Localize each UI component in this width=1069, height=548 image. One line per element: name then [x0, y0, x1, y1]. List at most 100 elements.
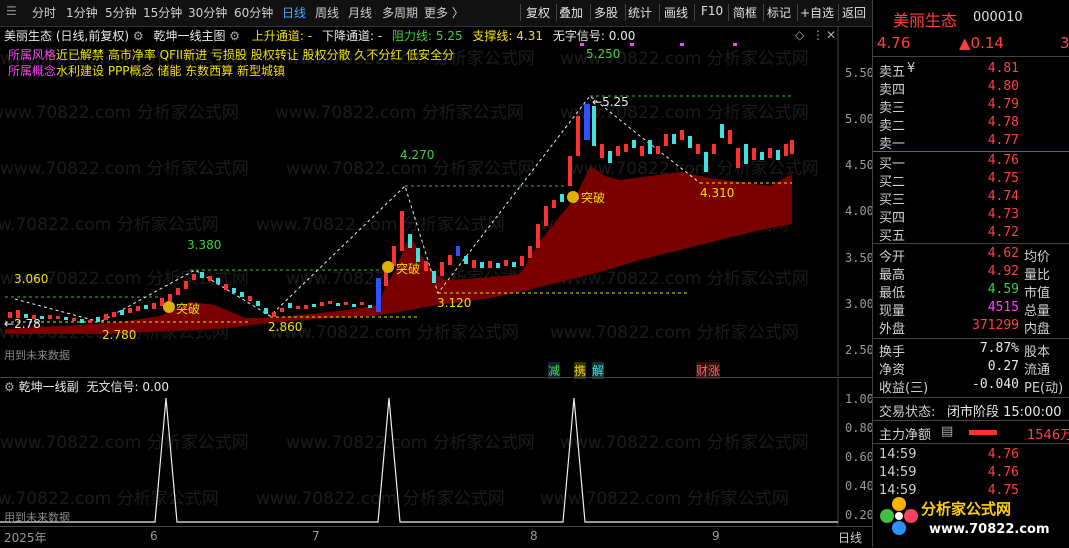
style-line: 所属风格近已解禁 高市净率 QFII新进 亏损股 股权转让 股权分散 久不分红 … [8, 46, 454, 63]
no-signal-label: 无字信号: [552, 29, 605, 43]
net-bar [969, 430, 997, 435]
tab-intraday[interactable]: 分时 [32, 4, 56, 21]
annotation: ←5.25 [592, 95, 629, 109]
stock-code: 000010 [973, 10, 1023, 25]
bid-row[interactable]: 买一 4.76 [877, 153, 1067, 172]
breakout-icon [567, 191, 579, 203]
stat-row: 收益(三) -0.040 PE(动) [879, 377, 1064, 396]
ask-row[interactable]: 卖四 4.80 [877, 79, 1067, 98]
tab-15min[interactable]: 15分钟 [143, 4, 182, 21]
annotation: 4.310 [700, 186, 735, 200]
sub-chart-svg [0, 378, 839, 526]
breakout-label: 突破 [396, 262, 421, 276]
logo-icon [880, 497, 918, 535]
ask-row[interactable]: 卖五 ¥4.81 [877, 61, 1067, 80]
tab-weekly[interactable]: 周线 [315, 4, 339, 21]
overlay-button[interactable]: 叠加 [559, 4, 583, 21]
bid-row[interactable]: 买二 4.75 [877, 171, 1067, 190]
tab-60min[interactable]: 60分钟 [234, 4, 273, 21]
multi-stock-button[interactable]: 多股 [594, 4, 618, 21]
close-icon[interactable]: ✕ [826, 28, 836, 42]
up-channel-value: - [307, 29, 313, 43]
style-label: 所属风格 [8, 48, 57, 62]
stat-row: 最高 4.92 量比 [879, 264, 1051, 283]
breakout-label: 突破 [176, 302, 201, 316]
tab-5min[interactable]: 5分钟 [105, 4, 137, 21]
date-axis: 2025年 6 7 8 9 日线 [0, 526, 872, 548]
indicator-name[interactable]: 乾坤一线主图 [153, 29, 225, 43]
down-channel-label: 下降通道: [321, 29, 374, 43]
breakout-icon [163, 301, 175, 313]
draw-line-button[interactable]: 画线 [664, 4, 688, 21]
stat-row: 外盘 371299 内盘 [879, 318, 1051, 337]
support-label: 支撑线: [472, 29, 513, 43]
stats-button[interactable]: 统计 [628, 4, 652, 21]
back-button[interactable]: 返回 [842, 4, 866, 21]
stock-title: 美丽生态 [4, 29, 53, 43]
stat-row: 最低 4.59 市值 [879, 282, 1051, 301]
simple-frame-button[interactable]: 简框 [733, 4, 757, 21]
ask-row[interactable]: 卖一 4.77 [877, 133, 1067, 152]
period-tag[interactable]: 日线 [838, 529, 862, 546]
ask-row[interactable]: 卖三 4.79 [877, 97, 1067, 116]
up-channel-label: 上升通道: [251, 29, 304, 43]
settings-icon[interactable]: ⚙ [133, 29, 144, 43]
stat-row: 净资 0.27 流通 [879, 359, 1051, 378]
breakout-label: 突破 [581, 191, 606, 205]
annotation: 3.060 [14, 272, 49, 286]
annotation: 3.380 [187, 238, 222, 252]
annotation: 3.120 [437, 296, 472, 310]
stat-row: 换手 7.87% 股本 [879, 341, 1051, 360]
period-toolbar: ☰ 分时 1分钟 5分钟 15分钟 30分钟 60分钟 日线 周线 月线 多周期… [0, 0, 872, 27]
chart-mode: (日线,前复权) [55, 29, 130, 43]
date-tick: 7 [312, 529, 320, 543]
annotation: 4.270 [400, 148, 435, 162]
toolbar-menu-icon[interactable]: ☰ [6, 4, 17, 18]
style-text: 近已解禁 高市净率 QFII新进 亏损股 股权转让 股权分散 久不分红 低安全分 [56, 48, 455, 62]
quote-panel: 美丽生态 000010 4.76 ▲0.14 3 卖五 ¥4.81 卖四 4.80 … [872, 0, 1069, 547]
tab-30min[interactable]: 30分钟 [188, 4, 227, 21]
concept-line: 所属概念水利建设 PPP概念 储能 东数西算 新型城镇 [8, 62, 285, 79]
stat-row: 今开 4.62 均价 [879, 246, 1051, 265]
annotation: ←2.78 [4, 317, 41, 331]
logo-url: www.70822.com [929, 522, 1050, 537]
tab-1min[interactable]: 1分钟 [66, 4, 98, 21]
future-data-note: 用到未来数据 [4, 511, 70, 524]
bid-row[interactable]: 买三 4.74 [877, 189, 1067, 208]
bid-row[interactable]: 买四 4.73 [877, 207, 1067, 226]
date-tick: 2025年 [4, 531, 47, 545]
future-data-note: 用到未来数据 [4, 349, 70, 362]
mark-button[interactable]: 标记 [767, 4, 791, 21]
list-icon[interactable]: ▤ [941, 424, 953, 439]
tab-multi-period[interactable]: 多周期 [382, 4, 418, 21]
adjust-button[interactable]: 复权 [526, 4, 550, 21]
breakout-icon [382, 261, 394, 273]
annotation: 2.860 [268, 320, 303, 334]
tab-monthly[interactable]: 月线 [348, 4, 372, 21]
down-channel-value: - [377, 29, 383, 43]
menu-icon[interactable]: ⋮ [812, 28, 824, 42]
support-value: 4.31 [516, 29, 543, 43]
date-tick: 9 [712, 529, 720, 543]
trade-state: 交易状态: 闭市阶段 15:00:00 [879, 405, 1062, 420]
ask-row[interactable]: 卖二 4.78 [877, 115, 1067, 134]
settings-icon[interactable]: ⚙ [229, 29, 240, 43]
date-tick: 8 [530, 529, 538, 543]
tab-daily[interactable]: 日线 [282, 4, 306, 21]
main-net-row[interactable]: 主力净额 ▤ 1546万 [877, 424, 1069, 443]
last-price: 4.76 [877, 34, 911, 52]
annotation: 2.780 [102, 328, 137, 342]
resistance-label: 阻力线: [391, 29, 433, 43]
change-pct: 3 [1060, 34, 1069, 52]
tick-row: 14:59 4.76 [879, 447, 1019, 462]
tab-more[interactable]: 更多 〉 [424, 4, 464, 21]
add-watchlist-button[interactable]: +自选 [800, 4, 834, 21]
diamond-icon[interactable]: ◇ [795, 28, 805, 42]
channel-fill [5, 166, 792, 334]
f10-button[interactable]: F10 [701, 4, 723, 18]
stock-name: 美丽生态 [893, 11, 958, 30]
bid-row[interactable]: 买五 4.72 [877, 225, 1067, 244]
price-change: ▲0.14 [959, 34, 1004, 52]
main-header: 美丽生态 (日线,前复权) ⚙ 乾坤一线主图 ⚙ 上升通道: - 下降通道: -… [4, 27, 635, 44]
concept-label: 所属概念 [8, 64, 57, 78]
